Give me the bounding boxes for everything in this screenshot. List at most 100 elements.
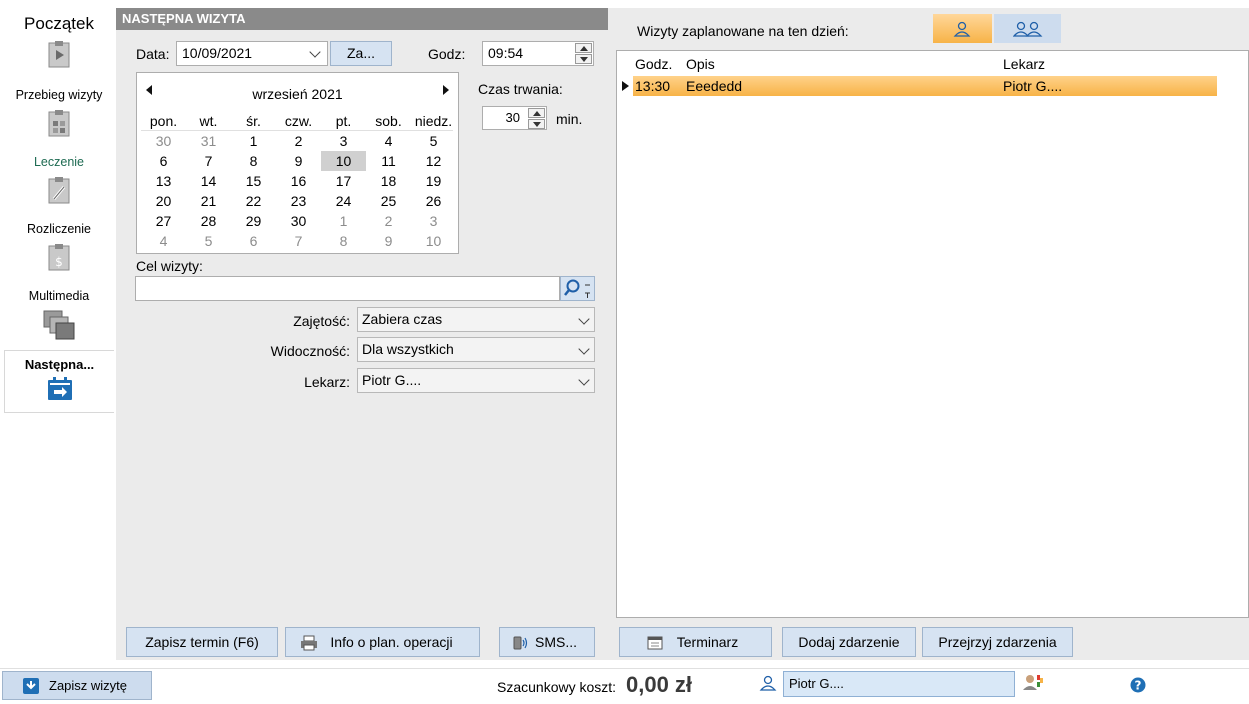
cost-label: Szacunkowy koszt:: [497, 679, 617, 695]
doctor-value: Piotr G....: [362, 372, 422, 388]
doctor-icon: [759, 675, 777, 691]
calendar-day[interactable]: 1: [231, 131, 276, 151]
clipboard-dollar-icon: $: [48, 244, 70, 271]
all-doctors-toggle[interactable]: [994, 14, 1061, 43]
calendar-day[interactable]: 9: [366, 231, 411, 251]
calendar-day[interactable]: 4: [366, 131, 411, 151]
nav-item-visit-course[interactable]: Przebieg wizyty: [4, 88, 114, 148]
spin-down-button[interactable]: [575, 54, 592, 64]
user-settings-icon[interactable]: [1022, 673, 1044, 691]
calendar-day[interactable]: 29: [231, 211, 276, 231]
chevron-down-icon[interactable]: [309, 46, 321, 58]
calendar-day[interactable]: 27: [141, 211, 186, 231]
calendar-day[interactable]: 18: [366, 171, 411, 191]
calendar-day[interactable]: 5: [186, 231, 231, 251]
calendar-day[interactable]: 19: [411, 171, 456, 191]
purpose-input[interactable]: [135, 276, 560, 301]
time-spinner[interactable]: [575, 43, 592, 64]
calendar-day[interactable]: 14: [186, 171, 231, 191]
calendar-day[interactable]: 3: [321, 131, 366, 151]
calendar-day[interactable]: 31: [186, 131, 231, 151]
calendar-day[interactable]: 1: [321, 211, 366, 231]
save-visit-label: Zapisz wizytę: [49, 678, 128, 693]
calendar-day[interactable]: 16: [276, 171, 321, 191]
spin-up-button[interactable]: [528, 108, 545, 118]
calendar-day[interactable]: 10: [321, 151, 366, 171]
calendar-week-row: 4 5 6 7 8 9 10: [141, 231, 456, 251]
calendar-day[interactable]: 3: [411, 211, 456, 231]
time-input[interactable]: 09:54: [482, 41, 594, 66]
next-month-icon[interactable]: [443, 85, 449, 95]
calendar-grid: pon. wt. śr. czw. pt. sob. niedz. 30 31 1 2 3 4 5 6 7 8…: [141, 111, 456, 251]
save-visit-button[interactable]: Zapisz wizytę: [2, 671, 152, 700]
calendar-arrow-icon: [47, 377, 72, 400]
single-doctor-toggle[interactable]: [933, 14, 992, 43]
calendar-day[interactable]: 11: [366, 151, 411, 171]
calendar-day[interactable]: 30: [141, 131, 186, 151]
date-label: Data:: [136, 46, 170, 62]
weekday-header: pt.: [335, 113, 352, 129]
doctor-select[interactable]: Piotr G....: [357, 368, 595, 393]
calendar-day[interactable]: 25: [366, 191, 411, 211]
column-header-time: Godz.: [635, 56, 673, 72]
calendar-day[interactable]: 10: [411, 231, 456, 251]
current-doctor-field[interactable]: Piotr G....: [783, 671, 1015, 697]
nav-item-billing[interactable]: Rozliczenie $: [4, 222, 114, 282]
calendar-icon: [647, 636, 663, 650]
calendar-day[interactable]: 5: [411, 131, 456, 151]
calendar-day[interactable]: 20: [141, 191, 186, 211]
duration-unit: min.: [556, 111, 583, 127]
spin-up-button[interactable]: [575, 43, 592, 53]
calendar-day[interactable]: 28: [186, 211, 231, 231]
calendar-day[interactable]: 30: [276, 211, 321, 231]
duration-input[interactable]: 30: [482, 106, 547, 130]
spin-down-button[interactable]: [528, 119, 545, 129]
schedule-button[interactable]: Terminarz: [619, 627, 772, 657]
status-bar: Zapisz wizytę Szacunkowy koszt: 0,00 zł …: [0, 668, 1249, 704]
date-picker[interactable]: 10/09/2021: [176, 41, 328, 66]
month-calendar: wrzesień 2021 pon. wt. śr. czw. pt. sob. niedz…: [136, 72, 459, 254]
calendar-day[interactable]: 4: [141, 231, 186, 251]
calendar-day[interactable]: 9: [276, 151, 321, 171]
occupancy-label: Zajętość:: [293, 313, 350, 329]
calendar-day[interactable]: 22: [231, 191, 276, 211]
duration-spinner[interactable]: [528, 108, 545, 129]
calendar-day[interactable]: 2: [276, 131, 321, 151]
calendar-day[interactable]: 13: [141, 171, 186, 191]
arrow-up-icon: [580, 46, 588, 51]
calendar-day[interactable]: 15: [231, 171, 276, 191]
visibility-value: Dla wszystkich: [362, 341, 454, 357]
calendar-day[interactable]: 12: [411, 151, 456, 171]
calendar-day[interactable]: 7: [186, 151, 231, 171]
visibility-select[interactable]: Dla wszystkich: [357, 337, 595, 362]
view-events-button[interactable]: Przejrzyj zdarzenia: [922, 627, 1073, 657]
purpose-search-button[interactable]: [560, 276, 595, 301]
weekday-header: niedz.: [414, 113, 453, 129]
info-plan-button[interactable]: Info o plan. operacji: [285, 627, 480, 657]
nav-item-treatment[interactable]: Leczenie: [4, 155, 114, 215]
calendar-day[interactable]: 6: [231, 231, 276, 251]
nav-item-next-visit[interactable]: Następna...: [4, 350, 114, 413]
nav-item-start[interactable]: Początek: [4, 14, 114, 74]
calendar-day[interactable]: 26: [411, 191, 456, 211]
add-event-button[interactable]: Dodaj zdarzenie: [782, 627, 916, 657]
calendar-day[interactable]: 8: [321, 231, 366, 251]
time-label: Godz:: [428, 46, 466, 62]
arrow-down-icon: [580, 57, 588, 62]
calendar-day[interactable]: 7: [276, 231, 321, 251]
nav-item-multimedia[interactable]: Multimedia: [4, 289, 114, 349]
calendar-day[interactable]: 21: [186, 191, 231, 211]
calendar-day[interactable]: 6: [141, 151, 186, 171]
help-icon[interactable]: ?: [1130, 677, 1146, 693]
occupancy-select[interactable]: Zabiera czas: [357, 307, 595, 332]
sms-button[interactable]: SMS...: [499, 627, 595, 657]
calendar-day[interactable]: 23: [276, 191, 321, 211]
za-button[interactable]: Za...: [330, 41, 392, 66]
save-term-button[interactable]: Zapisz termin (F6): [126, 627, 278, 657]
calendar-day[interactable]: 8: [231, 151, 276, 171]
table-row[interactable]: 13:30 Eeededd Piotr G....: [633, 76, 1217, 96]
calendar-day[interactable]: 2: [366, 211, 411, 231]
calendar-divider: [141, 130, 453, 131]
calendar-day[interactable]: 17: [321, 171, 366, 191]
calendar-day[interactable]: 24: [321, 191, 366, 211]
